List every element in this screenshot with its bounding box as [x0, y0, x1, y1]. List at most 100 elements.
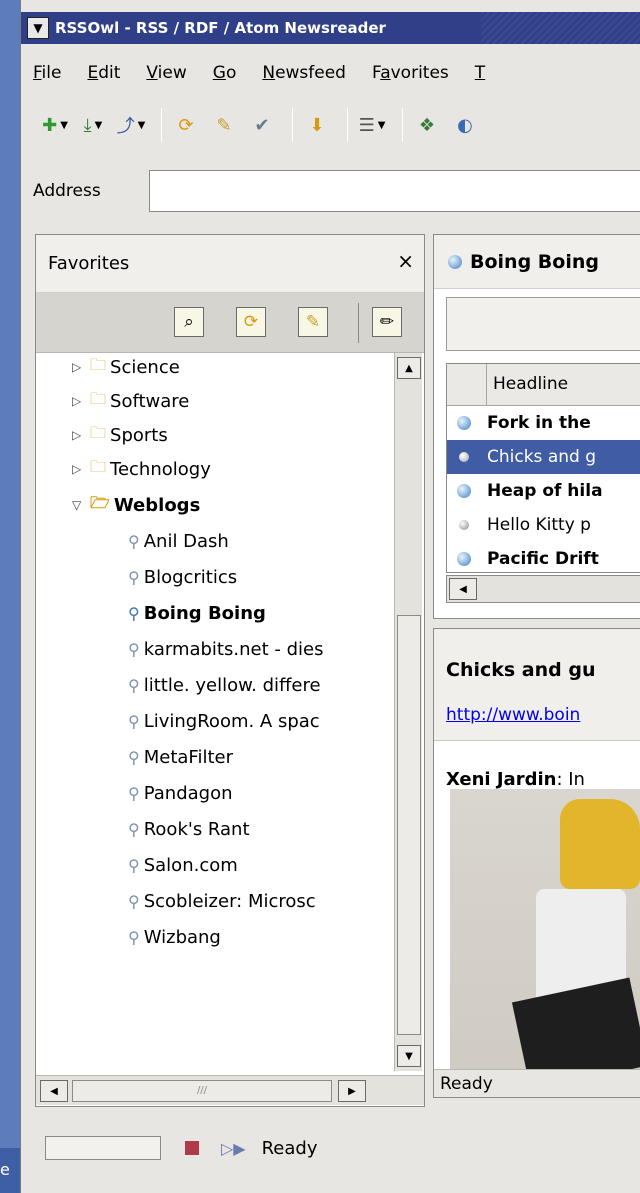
edit-button[interactable]: ✏	[372, 307, 402, 337]
search-button[interactable]: ✎	[208, 109, 240, 141]
tree-folder-software[interactable]: ▷ 🗀 Software	[72, 385, 189, 417]
reload-button[interactable]: ⟳	[170, 109, 202, 141]
preview-intro: : In	[556, 769, 585, 790]
import-icon: ⤓	[83, 114, 92, 136]
close-icon[interactable]: ×	[397, 249, 414, 273]
tree-feed-little-yellow[interactable]: ⚲ little. yellow. differe	[128, 669, 321, 701]
dropdown-arrow-icon: ▼	[60, 119, 68, 131]
table-header: Headline	[447, 364, 640, 406]
download-button[interactable]: ⬇	[301, 109, 333, 141]
export-button[interactable]: ⤴ ▼	[115, 109, 147, 141]
table-row[interactable]: Heap of hila	[447, 474, 640, 508]
web-button[interactable]: ◐	[449, 109, 481, 141]
expand-arrow-icon[interactable]: ▷	[72, 462, 90, 476]
view-options-button[interactable]: ☰ ▼	[356, 109, 388, 141]
favorites-horizontal-scrollbar[interactable]: ◀ /// ▶	[36, 1075, 424, 1105]
scroll-up-icon[interactable]: ▲	[397, 357, 421, 379]
tree-feed-livingroom[interactable]: ⚲ LivingRoom. A spac	[128, 705, 320, 737]
collapse-arrow-icon[interactable]: ▽	[72, 498, 90, 512]
feed-icon: ⚲	[128, 567, 140, 587]
expand-arrow-icon[interactable]: ▷	[72, 394, 90, 408]
unread-icon	[457, 416, 471, 430]
tree-feed-pandagon[interactable]: ⚲ Pandagon	[128, 777, 233, 809]
feed-icon: ⚲	[128, 855, 140, 875]
title-bar[interactable]: ▼ RSSOwl - RSS / RDF / Atom Newsreader	[21, 12, 640, 44]
menu-go[interactable]: Go	[201, 63, 251, 83]
scrollbar-thumb[interactable]: ///	[72, 1080, 332, 1102]
preview-title: Chicks and gu	[446, 659, 596, 681]
menu-newsfeed[interactable]: Newsfeed	[250, 63, 360, 83]
tree-feed-anil-dash[interactable]: ⚲ Anil Dash	[128, 525, 229, 557]
tree-feed-karmabits[interactable]: ⚲ karmabits.net - dies	[128, 633, 323, 665]
menu-view[interactable]: View	[134, 63, 200, 83]
tree-folder-technology[interactable]: ▷ 🗀 Technology	[72, 453, 211, 485]
toolbar-separator	[402, 108, 403, 142]
reload-icon: ⟳	[178, 114, 194, 136]
table-row[interactable]: Pacific Drift	[447, 542, 640, 572]
search-icon: ✎	[216, 114, 232, 136]
favorite-icon: ❖	[418, 114, 436, 136]
feed-icon: ⚲	[128, 711, 140, 731]
tree-feed-scobleizer[interactable]: ⚲ Scobleizer: Microsc	[128, 885, 316, 917]
aggregate-button[interactable]: ✎	[298, 307, 328, 337]
tree-feed-blogcritics[interactable]: ⚲ Blogcritics	[128, 561, 237, 593]
window-menu-button[interactable]: ▼	[27, 17, 49, 39]
reload-all-icon: ⟳	[243, 312, 259, 332]
menu-favorites[interactable]: Favorites	[360, 63, 463, 83]
menu-edit[interactable]: Edit	[75, 63, 134, 83]
tree-folder-science[interactable]: ▷ 🗀 Science	[72, 353, 180, 383]
import-button[interactable]: ⤓ ▼	[77, 109, 109, 141]
table-row[interactable]: Fork in the	[447, 406, 640, 440]
aggregate-icon: ✎	[305, 312, 321, 332]
chevron-down-icon: ▼	[33, 21, 43, 35]
desktop-label: e	[0, 1160, 10, 1179]
headline-column-header[interactable]: Headline	[493, 374, 568, 394]
scroll-left-icon[interactable]: ◀	[40, 1080, 68, 1102]
table-row[interactable]: Chicks and g	[447, 440, 640, 474]
expand-arrow-icon[interactable]: ▷	[72, 360, 90, 374]
preview-link[interactable]: http://www.boin	[446, 705, 580, 725]
feed-filter-bar[interactable]	[446, 297, 640, 351]
scroll-left-icon[interactable]: ◀	[449, 578, 477, 600]
tab-boing-boing[interactable]: Boing Boing	[434, 235, 640, 289]
new-button[interactable]: ✚ ▼	[39, 109, 71, 141]
table-row[interactable]: Hello Kitty p	[447, 508, 640, 542]
scrollbar-thumb[interactable]	[397, 615, 421, 1035]
tree-feed-rooks-rant[interactable]: ⚲ Rook's Rant	[128, 813, 250, 845]
mark-read-icon: ✔	[254, 114, 270, 136]
view-options-icon: ☰	[358, 114, 375, 136]
scroll-down-icon[interactable]: ▼	[397, 1045, 421, 1067]
find-feed-button[interactable]: ⌕	[174, 307, 204, 337]
feed-icon: ⚲	[128, 747, 140, 767]
unread-icon	[457, 552, 471, 566]
address-input[interactable]	[149, 170, 640, 212]
news-horizontal-scrollbar[interactable]: ◀	[446, 575, 640, 603]
title-bar-pattern	[481, 12, 640, 44]
unread-icon	[457, 484, 471, 498]
reload-all-button[interactable]: ⟳	[236, 307, 266, 337]
tree-feed-wizbang[interactable]: ⚲ Wizbang	[128, 921, 221, 953]
tree-feed-boing-boing[interactable]: ⚲ Boing Boing	[128, 597, 266, 629]
status-column-header[interactable]	[447, 364, 487, 406]
folder-icon: 🗀	[90, 422, 107, 442]
scroll-right-icon[interactable]: ▶	[338, 1080, 366, 1102]
mark-read-button[interactable]: ✔	[246, 109, 278, 141]
stop-icon[interactable]	[185, 1141, 199, 1155]
download-icon: ⬇	[309, 114, 325, 136]
tree-feed-salon[interactable]: ⚲ Salon.com	[128, 849, 238, 881]
tree-folder-sports[interactable]: ▷ 🗀 Sports	[72, 419, 168, 451]
main-toolbar: ✚ ▼ ⤓ ▼ ⤴ ▼ ⟳ ✎ ✔ ⬇ ☰ ▼ ❖ ◐	[21, 100, 640, 150]
toolbar-separator	[358, 303, 359, 343]
tree-feed-metafilter[interactable]: ⚲ MetaFilter	[128, 741, 233, 773]
favorite-button[interactable]: ❖	[411, 109, 443, 141]
feed-icon: ⚲	[128, 675, 140, 695]
read-icon	[459, 452, 469, 462]
expand-arrow-icon[interactable]: ▷	[72, 428, 90, 442]
tree-folder-weblogs[interactable]: ▽ 🗁 Weblogs	[72, 489, 200, 521]
menu-tools[interactable]: T	[463, 63, 499, 83]
favorites-vertical-scrollbar[interactable]: ▲ ▼	[394, 353, 422, 1071]
edit-icon: ✏	[379, 312, 395, 332]
menu-file[interactable]: File	[21, 63, 75, 83]
feed-icon: ⚲	[128, 927, 140, 947]
preview-image	[450, 789, 640, 1091]
